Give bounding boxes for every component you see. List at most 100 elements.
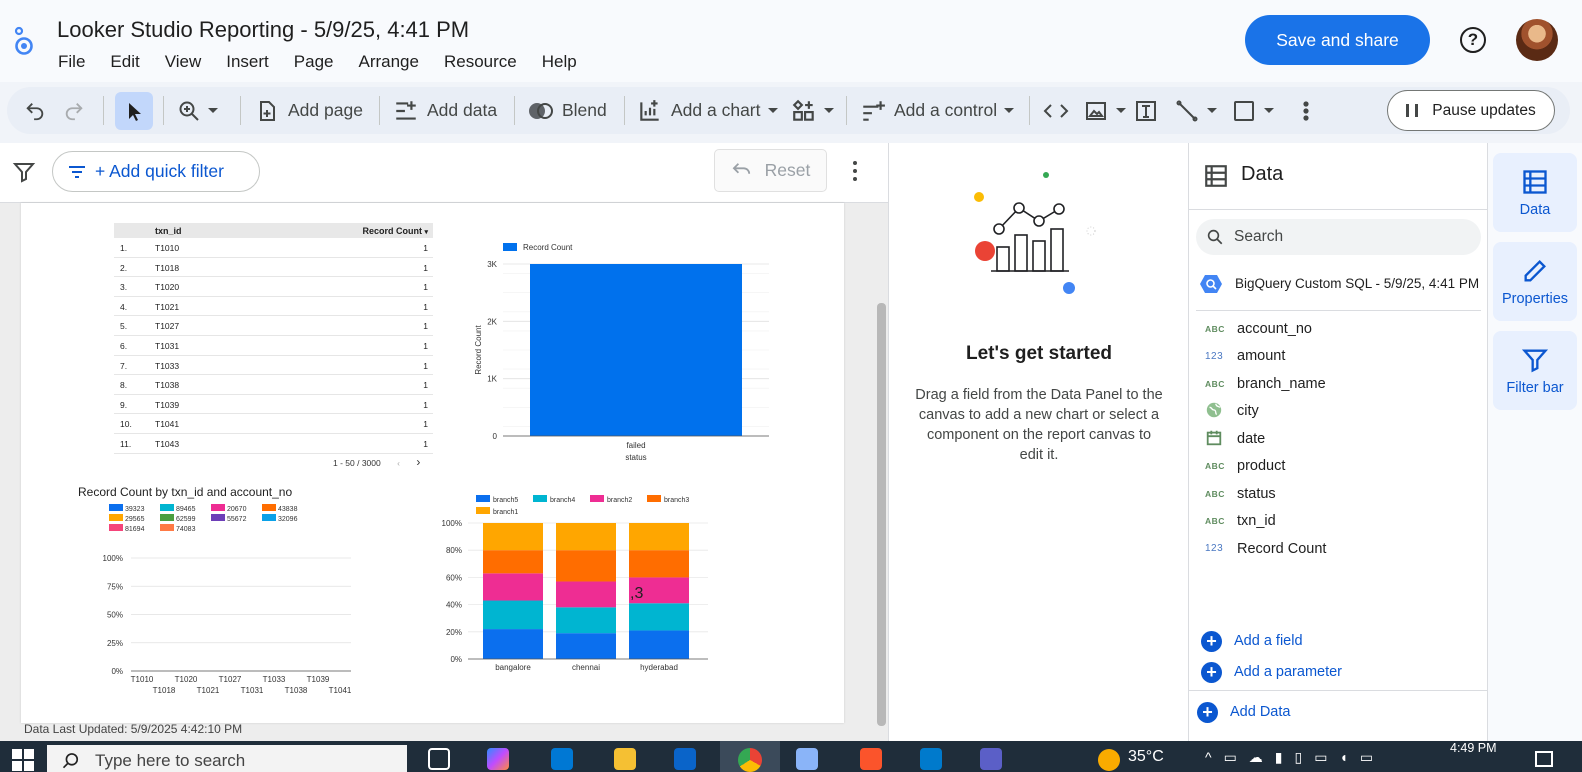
add-quick-filter-button[interactable]: + Add quick filter: [52, 151, 260, 192]
add-field-button[interactable]: + Add a field: [1201, 629, 1303, 653]
more-vert-icon[interactable]: [850, 159, 860, 183]
reset-button[interactable]: Reset: [714, 149, 827, 192]
table-row[interactable]: 3. T1020 1: [114, 277, 433, 297]
status-bar-chart[interactable]: Record Count 0 1K 2K 3K failed status Record Co…: [461, 233, 791, 473]
table-row[interactable]: 5. T1027 1: [114, 316, 433, 336]
image-icon[interactable]: [1083, 87, 1126, 134]
store-icon[interactable]: [551, 748, 573, 770]
weather-temperature[interactable]: 35°C: [1128, 748, 1164, 766]
data-table[interactable]: txn_id Record Count ▾ 1. T1010 1 2. T1018 1 3.…: [114, 223, 433, 454]
legend-swatch: [160, 524, 174, 531]
add-data-link[interactable]: + Add Data: [1197, 700, 1290, 724]
copilot-icon[interactable]: [487, 748, 509, 770]
menu-view[interactable]: View: [165, 52, 202, 72]
add-data-button[interactable]: Add data: [393, 87, 497, 134]
shape-icon[interactable]: [1231, 87, 1274, 134]
field-account-no[interactable]: ABC account_no: [1189, 315, 1489, 343]
taskbar-clock[interactable]: 4:49 PM: [1450, 741, 1497, 755]
rail-data-button[interactable]: Data: [1493, 153, 1577, 232]
canvas-scrollbar[interactable]: [877, 303, 886, 726]
select-tool-button[interactable]: [115, 92, 153, 130]
table-row[interactable]: 9. T1039 1: [114, 395, 433, 415]
looker-studio-logo[interactable]: [10, 25, 36, 57]
brave-icon[interactable]: [860, 748, 882, 770]
table-row[interactable]: 6. T1031 1: [114, 336, 433, 356]
get-started-description: Drag a field from the Data Panel to the …: [915, 387, 1163, 463]
field-city[interactable]: city: [1189, 398, 1489, 426]
system-tray-icons[interactable]: ^▭☁▮▯▭◖▭: [1205, 749, 1385, 766]
blend-button[interactable]: Blend: [527, 87, 607, 134]
undo-icon[interactable]: [24, 87, 46, 134]
field-txn-id[interactable]: ABC txn_id: [1189, 508, 1489, 536]
globe-icon: [1205, 401, 1227, 421]
edit-icon: [1524, 260, 1546, 282]
rail-filter-bar-button[interactable]: Filter bar: [1493, 331, 1577, 410]
report-title[interactable]: Looker Studio Reporting - 5/9/25, 4:41 P…: [57, 17, 469, 43]
add-chart-button[interactable]: Add a chart: [637, 87, 778, 134]
redo-icon[interactable]: [63, 87, 85, 134]
field-product[interactable]: ABC product: [1189, 453, 1489, 481]
txn-id-cell: T1027: [155, 321, 180, 332]
add-control-button[interactable]: Add a control: [860, 87, 1015, 134]
record-count-cell: 1: [423, 340, 428, 351]
table-row[interactable]: 4. T1021 1: [114, 297, 433, 317]
outlook-icon[interactable]: [674, 748, 696, 770]
field-branch-name[interactable]: ABC branch_name: [1189, 370, 1489, 398]
more-options-icon[interactable]: [1301, 87, 1311, 134]
report-page[interactable]: txn_id Record Count ▾ 1. T1010 1 2. T1018 1 3.…: [21, 203, 844, 723]
save-and-share-button[interactable]: Save and share: [1245, 15, 1430, 65]
snipping-tool-icon[interactable]: [796, 748, 818, 770]
menu-file[interactable]: File: [58, 52, 85, 72]
zoom-icon: [179, 101, 199, 121]
menu-insert[interactable]: Insert: [226, 52, 269, 72]
vscode-icon[interactable]: [920, 748, 942, 770]
table-row[interactable]: 11. T1043 1: [114, 434, 433, 454]
row-index: 2.: [120, 262, 128, 273]
branch-stacked-chart[interactable]: branch5 branch4 branch2 branch3 branch1 0% 20%…: [436, 493, 726, 683]
table-row[interactable]: 1. T1010 1: [114, 238, 433, 258]
field-search-input[interactable]: Search: [1196, 219, 1481, 255]
field-date[interactable]: date: [1189, 425, 1489, 453]
field-amount[interactable]: 123 amount: [1189, 343, 1489, 371]
add-page-button[interactable]: Add page: [255, 87, 363, 134]
add-parameter-button[interactable]: + Add a parameter: [1201, 660, 1342, 684]
column-header-record-count[interactable]: Record Count ▾: [362, 226, 428, 236]
table-row[interactable]: 8. T1038 1: [114, 375, 433, 395]
rail-properties-button[interactable]: Properties: [1493, 242, 1577, 321]
line-icon[interactable]: [1174, 87, 1217, 134]
filter-icon[interactable]: [12, 160, 36, 184]
help-icon[interactable]: ?: [1460, 27, 1486, 53]
bar-segment: [556, 607, 616, 634]
table-row[interactable]: 10. T1041 1: [114, 414, 433, 434]
embed-code-icon[interactable]: [1043, 87, 1069, 134]
notifications-icon[interactable]: [1535, 751, 1553, 767]
teams-icon[interactable]: [980, 748, 1002, 770]
record-count-by-txn-chart[interactable]: Record Count by txn_id and account_no 393…: [71, 483, 371, 693]
menu-page[interactable]: Page: [294, 52, 334, 72]
task-view-icon[interactable]: [428, 748, 450, 770]
y-tick-label: 25%: [107, 639, 123, 648]
field-status[interactable]: ABC status: [1189, 480, 1489, 508]
menu-edit[interactable]: Edit: [110, 52, 139, 72]
menu-resource[interactable]: Resource: [444, 52, 517, 72]
file-explorer-icon[interactable]: [614, 748, 636, 770]
field-record-count[interactable]: 123 Record Count: [1189, 535, 1489, 563]
chrome-active-tab[interactable]: [720, 741, 780, 772]
text-box-icon[interactable]: [1134, 87, 1158, 134]
windows-start-icon[interactable]: [12, 749, 34, 771]
pause-updates-button[interactable]: Pause updates: [1387, 90, 1555, 131]
table-row[interactable]: 2. T1018 1: [114, 258, 433, 278]
y-tick-label: 20%: [446, 628, 462, 637]
zoom-button[interactable]: [177, 87, 218, 134]
community-visualizations-button[interactable]: [791, 87, 834, 134]
avatar[interactable]: [1516, 19, 1558, 61]
taskbar-search-input[interactable]: Type here to search: [47, 745, 407, 772]
column-header-txn-id[interactable]: txn_id: [155, 226, 182, 236]
next-page-icon[interactable]: ›: [416, 455, 420, 469]
prev-page-icon[interactable]: ‹: [397, 458, 400, 468]
text-type-icon: ABC: [1205, 488, 1225, 499]
record-count-cell: 1: [423, 321, 428, 332]
table-row[interactable]: 7. T1033 1: [114, 356, 433, 376]
menu-arrange[interactable]: Arrange: [358, 52, 418, 72]
menu-help[interactable]: Help: [542, 52, 577, 72]
